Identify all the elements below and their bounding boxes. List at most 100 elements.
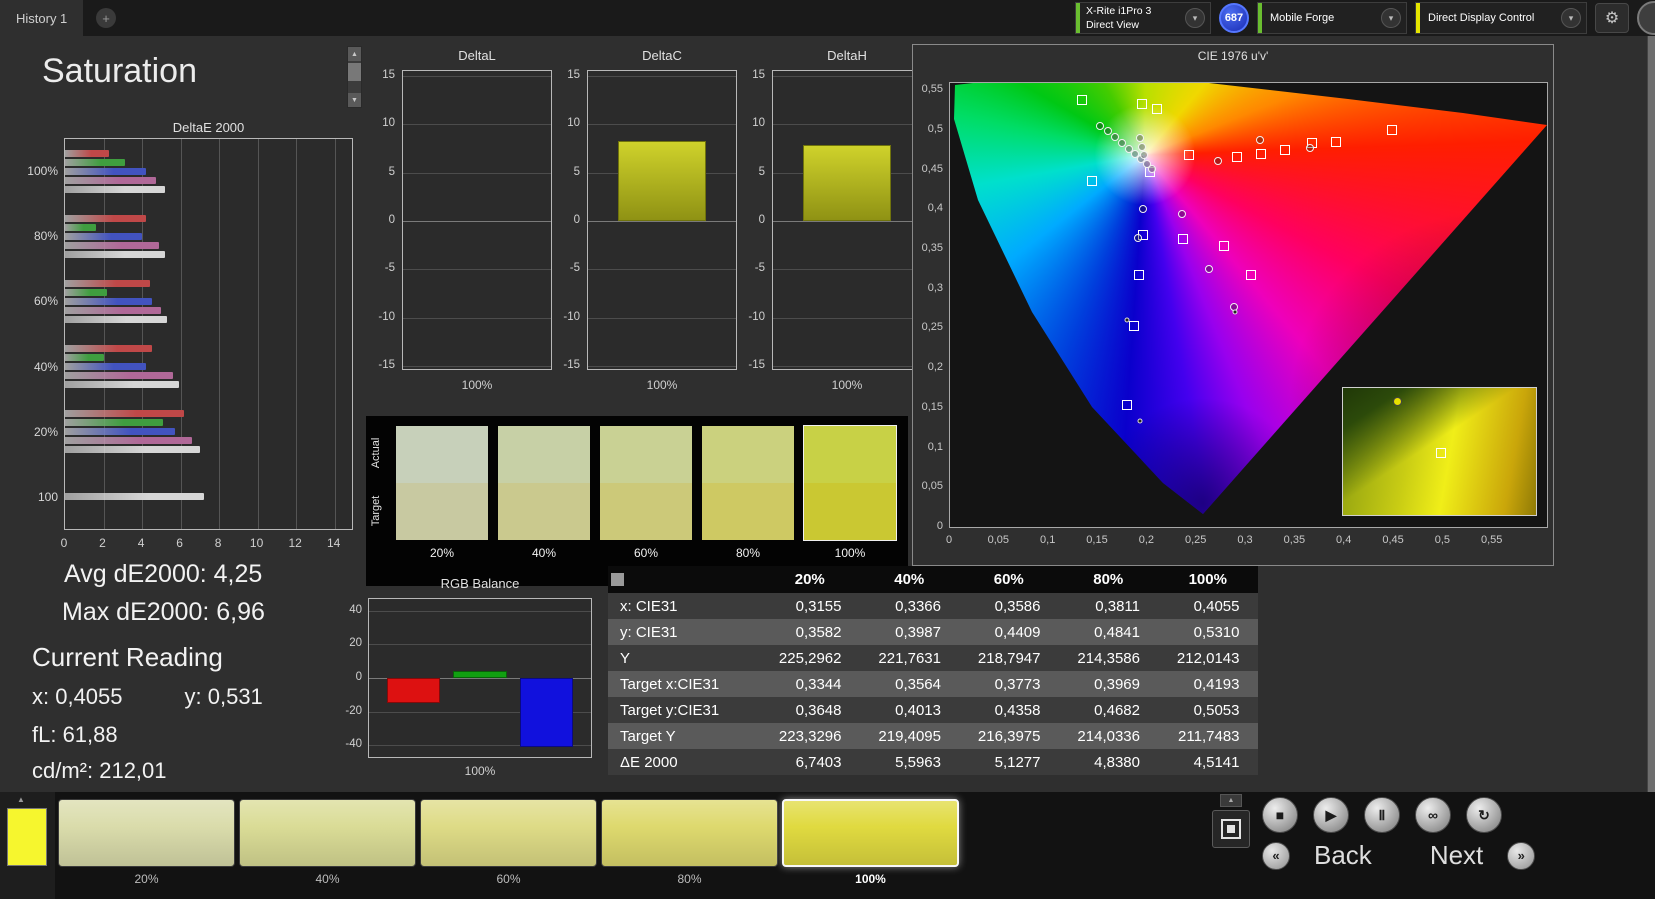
inset-target-point [1436,448,1446,458]
pattern-source-dropdown[interactable]: Mobile Forge ▾ [1257,2,1407,34]
patch-button[interactable]: 80% [601,799,778,886]
table-cell-value: 0,4013 [895,701,941,719]
refresh-button[interactable]: ↻ [1466,797,1502,833]
patch-label: 60% [496,872,521,886]
cie-y-axis: 0,55 0,5 0,45 0,4 0,35 0,3 0,25 0,2 0,15 0,1 0,05 0 [913,82,946,532]
deltae-2000-chart: DeltaE 2000 100% 80% 60% 40% 20% 100 0 2 4 6 8 10 1… [27,112,368,576]
delta-gridline [773,76,921,77]
profile-button[interactable] [1637,1,1655,35]
table-cell-value: 0,3648 [795,701,842,719]
cie-target-point [1232,152,1242,162]
rgb-gridline [369,610,591,612]
delta-chart-title: DeltaH [827,48,867,63]
settings-button[interactable]: ⚙ [1595,3,1629,33]
scrollbar-thumb[interactable] [348,63,361,81]
target-row-label: Target [370,495,382,527]
table-cell-value: 225,2962 [778,649,842,667]
cie-x-tick-label: 0,45 [1382,534,1404,546]
table-cell-value: 0,3773 [994,675,1041,693]
cie-x-axis: 0 0,05 0,1 0,15 0,2 0,25 0,3 0,35 0,4 0,45 0,5 0,55 [946,534,1548,550]
patch-window-button[interactable] [1212,810,1250,848]
meter-line1: X-Rite i1Pro 3 [1086,4,1152,17]
table-body: x: CIE31 0,3155 0,3366 0,3586 0,3811 0,4055 y:… [608,593,1258,775]
stop-button[interactable]: ■ [1262,797,1298,833]
delta-gridline [403,221,551,222]
add-tab-button[interactable]: + [96,8,116,28]
cie-target-point [1137,99,1147,109]
scroll-up-icon[interactable]: ▲ [348,47,361,61]
cie-target-point [1129,321,1139,331]
cie-small-point [1137,418,1143,424]
next-chevron-icon[interactable]: » [1507,841,1536,870]
table-cell-value: 0,3155 [795,597,842,615]
cie-y-tick-label: 0,25 [921,321,943,334]
delta-chart-title: DeltaL [458,48,496,63]
deltae-bar-group [65,334,352,399]
history-tab[interactable]: History 1 [0,0,84,36]
scroll-down-icon[interactable]: ▼ [348,93,361,107]
meter-dropdown[interactable]: X-Rite i1Pro 3 Direct View ▾ [1075,2,1211,34]
table-cell-value: 0,3987 [895,623,941,641]
loop-infinity-button[interactable]: ∞ [1415,797,1451,833]
patch-swatch [239,799,416,867]
patch-button[interactable]: 40% [239,799,416,886]
back-button[interactable]: Back [1314,840,1372,871]
swatch-column: 80% [702,426,794,560]
rgb-bar-green [453,671,507,678]
cie-chart-title: CIE 1976 u'v' [1197,49,1269,63]
table-row-label: ΔE 2000 [620,753,678,771]
deltae-bar [65,280,150,287]
delta-y-tick-label: 0 [573,214,580,226]
cie-plot-area [949,82,1548,528]
cie-target-point [1387,125,1397,135]
patch-button[interactable]: 60% [420,799,597,886]
chevron-down-icon[interactable]: ▾ [1381,8,1401,28]
swatch-pair [498,426,590,540]
delta-gridline [403,269,551,271]
next-button[interactable]: Next [1430,840,1483,871]
table-header-cell: 80% [1093,571,1124,588]
table-cell-value: 214,3586 [1077,649,1140,667]
x-reading: x: 0,4055 [32,684,123,709]
patch-swatch [782,799,959,867]
deltae-bar-group [65,139,352,204]
table-cell-value: 0,5053 [1193,701,1240,719]
delta-y-axis: 15 10 5 0 -5 -10 -15 [372,69,399,371]
patch-label: 20% [134,872,159,886]
table-cell-value: 218,7947 [977,649,1041,667]
deltae-x-tick-label: 2 [99,536,106,550]
actual-swatch [804,426,896,483]
patch-button[interactable]: 20% [58,799,235,886]
delta-x-label: 100% [646,378,678,392]
deltae-bar [65,215,146,222]
play-button[interactable]: ▶ [1313,797,1349,833]
swatch-pair [702,426,794,540]
target-swatch [396,483,488,540]
patch-button[interactable]: 100% [782,799,959,886]
workspace: Saturation ▲ ▼ DeltaE 2000 100% 80% 60% 40%… [0,36,1655,792]
right-scrollbar[interactable] [1647,36,1655,792]
display-control-dropdown[interactable]: Direct Display Control ▾ [1415,2,1587,34]
deltae-x-tick-label: 4 [137,536,145,550]
back-chevron-icon[interactable]: « [1262,841,1290,870]
chevron-down-icon[interactable]: ▾ [1561,8,1581,28]
layout-scrollbar[interactable]: ▲ ▼ [347,46,362,108]
chevron-down-icon[interactable]: ▾ [1185,8,1205,28]
swatch-column: 20% [396,426,488,560]
meter-count-badge[interactable]: 687 [1219,3,1249,33]
delta-y-tick-label: 5 [758,165,765,178]
delta-gridline [403,172,551,174]
deltae-x-tick-label: 8 [214,536,222,550]
delta-y-tick-label: 15 [567,69,580,81]
panel-up-icon[interactable]: ▲ [1220,794,1242,807]
pause-button[interactable]: Ⅱ [1364,797,1400,833]
cie-measurement-point [1178,210,1186,218]
delta-value-bar [617,140,707,221]
deltae-bar [65,493,204,500]
target-swatch [600,483,692,540]
deltae-bar [65,372,173,379]
deltae-bar [65,186,166,193]
cie-measurement-point [1134,234,1142,242]
deltae-chart-title: DeltaE 2000 [172,120,245,135]
patch-panel-up-icon[interactable]: ▲ [17,795,25,804]
